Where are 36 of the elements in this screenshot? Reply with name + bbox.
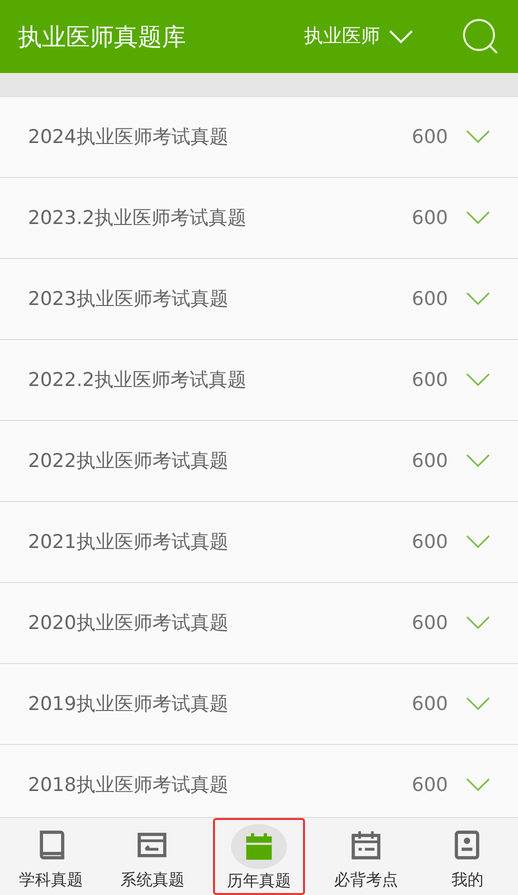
list-item[interactable]: 2021执业医师考试真题 600 — [0, 502, 518, 583]
question-count: 600 — [412, 206, 448, 231]
tab-bar-item[interactable]: 必背考点 — [315, 818, 416, 895]
tab-bar-item[interactable]: 系统真题 — [102, 818, 203, 895]
list-item[interactable]: 2022.2执业医师考试真题 600 — [0, 340, 518, 421]
question-count: 600 — [412, 124, 448, 150]
list-item[interactable]: 2023执业医师考试真题 600 — [0, 259, 518, 340]
list-item[interactable]: 2022执业医师考试真题 600 — [0, 421, 518, 502]
app-title: 执业医师真题库 — [18, 22, 186, 52]
category-dropdown[interactable]: 执业医师 — [304, 22, 414, 51]
question-count: 600 — [412, 368, 448, 393]
tab-bar-item[interactable]: 学科真题 — [0, 818, 102, 895]
list-item[interactable]: 2024执业医师考试真题 600 — [0, 97, 518, 178]
chevron-down-icon — [466, 616, 490, 630]
chevron-down-icon — [388, 28, 414, 44]
chevron-down-icon — [466, 535, 490, 549]
chevron-down-icon — [466, 373, 490, 387]
list-item[interactable]: 2020执业医师考试真题 600 — [0, 583, 518, 664]
chevron-down-icon — [466, 778, 490, 792]
question-count: 600 — [412, 448, 448, 474]
question-count: 600 — [412, 530, 448, 555]
chevron-down-icon — [466, 211, 490, 225]
list-item[interactable]: 2023.2执业医师考试真题 600 — [0, 178, 518, 259]
chevron-down-icon — [466, 292, 490, 306]
question-count: 600 — [412, 286, 448, 312]
question-count: 600 — [412, 610, 448, 636]
search-icon[interactable] — [462, 18, 500, 56]
tab-bar-item[interactable]: 历年真题 — [213, 818, 305, 895]
question-count: 600 — [412, 772, 448, 798]
chevron-down-icon — [466, 697, 490, 711]
calendar-icon — [348, 828, 383, 862]
chevron-down-icon — [466, 454, 490, 468]
question-count: 600 — [412, 692, 448, 717]
tab-bar-item[interactable]: 我的 — [416, 818, 518, 895]
list-item[interactable]: 2019执业医师考试真题 600 — [0, 664, 518, 745]
chevron-down-icon — [466, 130, 490, 144]
